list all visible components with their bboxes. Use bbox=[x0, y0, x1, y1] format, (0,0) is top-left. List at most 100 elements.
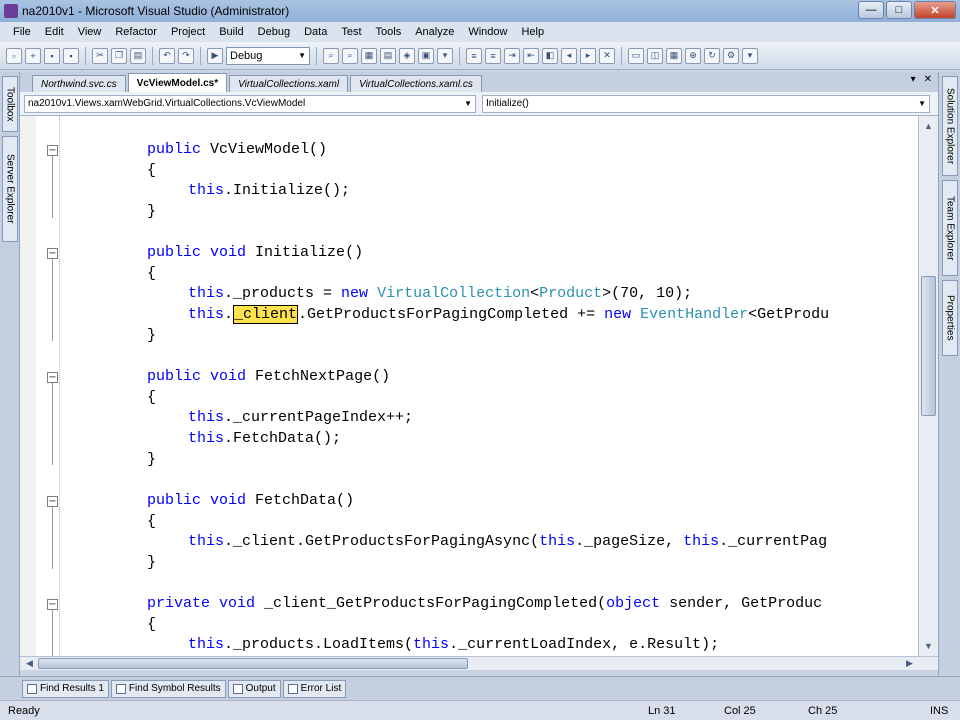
tab-virtualcollections-xaml[interactable]: VirtualCollections.xaml bbox=[229, 75, 349, 92]
start-debugging-icon[interactable]: ▶ bbox=[207, 47, 223, 64]
toolbar-separator bbox=[459, 46, 460, 65]
menu-help[interactable]: Help bbox=[514, 26, 551, 38]
refresh-icon[interactable]: ↻ bbox=[704, 47, 720, 64]
code-line: } bbox=[20, 326, 918, 346]
grid-icon[interactable]: ▦ bbox=[666, 47, 682, 64]
tab-error-list[interactable]: Error List bbox=[282, 679, 347, 698]
code-keyword: this bbox=[683, 533, 720, 550]
scroll-left-icon[interactable]: ◀ bbox=[20, 655, 39, 671]
tab-northwind-svc-cs[interactable]: Northwind.svc.cs bbox=[32, 75, 126, 92]
status-bar: Ready Ln 31 Col 25 Ch 25 INS bbox=[0, 700, 960, 720]
menu-test[interactable]: Test bbox=[334, 26, 368, 38]
tab-vcviewmodel-cs[interactable]: VcViewModel.cs* bbox=[127, 73, 228, 92]
code-text: ._products.LoadItems( bbox=[224, 636, 414, 653]
bookmark-icon[interactable]: ◧ bbox=[542, 47, 558, 64]
code-text: VcViewModel() bbox=[201, 141, 328, 158]
properties-tab[interactable]: Properties bbox=[942, 280, 958, 356]
menu-view[interactable]: View bbox=[71, 26, 109, 38]
scroll-down-icon[interactable]: ▼ bbox=[919, 638, 938, 654]
code-text: FetchData() bbox=[246, 492, 355, 509]
outdent-icon[interactable]: ⇤ bbox=[523, 47, 539, 64]
toolbar-separator bbox=[85, 46, 86, 65]
code-keyword: private bbox=[147, 595, 211, 612]
menu-edit[interactable]: Edit bbox=[38, 26, 71, 38]
type-dropdown[interactable]: na2010v1.Views.xamWebGrid.VirtualCollect… bbox=[24, 94, 476, 113]
save-all-icon[interactable]: ▪ bbox=[63, 47, 79, 64]
uncomment-icon[interactable]: ≡ bbox=[485, 47, 501, 64]
horizontal-scroll-thumb[interactable] bbox=[38, 658, 468, 669]
document-controls: ▾ ✕ bbox=[911, 74, 932, 85]
team-explorer-tab[interactable]: Team Explorer bbox=[942, 180, 958, 276]
options-icon[interactable]: ⚙ bbox=[723, 47, 739, 64]
status-text: Ready bbox=[8, 704, 40, 717]
code-editor[interactable]: − − − − − public VcViewModel() { this.In… bbox=[20, 116, 918, 656]
output-icon bbox=[232, 683, 243, 694]
code-line: { bbox=[20, 512, 918, 532]
code-line: public VcViewModel() bbox=[20, 140, 918, 160]
bottom-tool-tabs: Find Results 1 Find Symbol Results Outpu… bbox=[0, 676, 960, 700]
indent-icon[interactable]: ⇥ bbox=[504, 47, 520, 64]
undo-icon[interactable]: ↶ bbox=[159, 47, 175, 64]
scroll-up-icon[interactable]: ▲ bbox=[919, 118, 938, 134]
find-in-files-icon[interactable]: ⌕ bbox=[342, 47, 358, 64]
code-keyword: object bbox=[606, 595, 661, 612]
next-bookmark-icon[interactable]: ▸ bbox=[580, 47, 596, 64]
tab-find-symbol-results[interactable]: Find Symbol Results bbox=[110, 679, 226, 698]
scroll-right-icon[interactable]: ▶ bbox=[900, 655, 919, 671]
cut-icon[interactable]: ✂ bbox=[92, 47, 108, 64]
character-number: Ch 25 bbox=[808, 704, 838, 717]
member-dropdown[interactable]: Initialize() ▼ bbox=[482, 94, 930, 113]
menu-analyze[interactable]: Analyze bbox=[408, 26, 461, 38]
layout-icon[interactable]: ▭ bbox=[628, 47, 644, 64]
close-document-icon[interactable]: ✕ bbox=[924, 74, 932, 85]
object-browser-icon[interactable]: ◈ bbox=[399, 47, 415, 64]
paste-icon[interactable]: ▤ bbox=[130, 47, 146, 64]
vertical-scroll-thumb[interactable] bbox=[921, 276, 936, 416]
save-icon[interactable]: ▪ bbox=[44, 47, 60, 64]
menu-build[interactable]: Build bbox=[212, 26, 250, 38]
properties-icon[interactable]: ▤ bbox=[380, 47, 396, 64]
code-line: } bbox=[20, 450, 918, 470]
toolbox-icon[interactable]: ▣ bbox=[418, 47, 434, 64]
add-item-icon[interactable]: + bbox=[25, 47, 41, 64]
zoom-icon[interactable]: ⊕ bbox=[685, 47, 701, 64]
menu-window[interactable]: Window bbox=[461, 26, 514, 38]
vertical-scrollbar[interactable]: ▲ ▼ bbox=[918, 116, 938, 656]
redo-icon[interactable]: ↷ bbox=[178, 47, 194, 64]
menu-tools[interactable]: Tools bbox=[369, 26, 409, 38]
solution-explorer-tab[interactable]: Solution Explorer bbox=[942, 76, 958, 176]
new-project-icon[interactable]: ▫ bbox=[6, 47, 22, 64]
design-icon[interactable]: ◫ bbox=[647, 47, 663, 64]
maximize-button[interactable]: □ bbox=[886, 1, 912, 19]
menu-debug[interactable]: Debug bbox=[251, 26, 297, 38]
menu-refactor[interactable]: Refactor bbox=[108, 26, 164, 38]
left-dock: Toolbox Server Explorer bbox=[0, 72, 20, 676]
tab-find-results-1[interactable]: Find Results 1 bbox=[22, 679, 109, 698]
prev-bookmark-icon[interactable]: ◂ bbox=[561, 47, 577, 64]
close-button[interactable]: ✕ bbox=[914, 1, 956, 19]
minimize-button[interactable]: — bbox=[858, 1, 884, 19]
find-icon[interactable]: ⌕ bbox=[323, 47, 339, 64]
code-text: ._products = bbox=[224, 285, 342, 302]
copy-icon[interactable]: ❐ bbox=[111, 47, 127, 64]
active-files-dropdown-icon[interactable]: ▾ bbox=[911, 74, 916, 85]
tab-output[interactable]: Output bbox=[227, 679, 281, 698]
comment-icon[interactable]: ≡ bbox=[466, 47, 482, 64]
toolbox-tab[interactable]: Toolbox bbox=[2, 76, 18, 132]
menu-project[interactable]: Project bbox=[164, 26, 212, 38]
solution-configuration-dropdown[interactable]: Debug ▼ bbox=[226, 46, 310, 65]
horizontal-scrollbar[interactable]: ◀ ▶ bbox=[20, 656, 938, 670]
code-text: { bbox=[147, 162, 157, 179]
more-tools-icon[interactable]: ▾ bbox=[437, 47, 453, 64]
code-line: public void Initialize() bbox=[20, 243, 918, 263]
toolbar-separator bbox=[316, 46, 317, 65]
solution-explorer-icon[interactable]: ▦ bbox=[361, 47, 377, 64]
clear-bookmarks-icon[interactable]: ✕ bbox=[599, 47, 615, 64]
menu-file[interactable]: File bbox=[6, 26, 38, 38]
menu-data[interactable]: Data bbox=[297, 26, 334, 38]
more-options-icon[interactable]: ▾ bbox=[742, 47, 758, 64]
code-line: } bbox=[20, 553, 918, 573]
tab-virtualcollections-xaml-cs[interactable]: VirtualCollections.xaml.cs bbox=[350, 75, 482, 92]
code-keyword: this bbox=[188, 533, 225, 550]
server-explorer-tab[interactable]: Server Explorer bbox=[2, 136, 18, 242]
